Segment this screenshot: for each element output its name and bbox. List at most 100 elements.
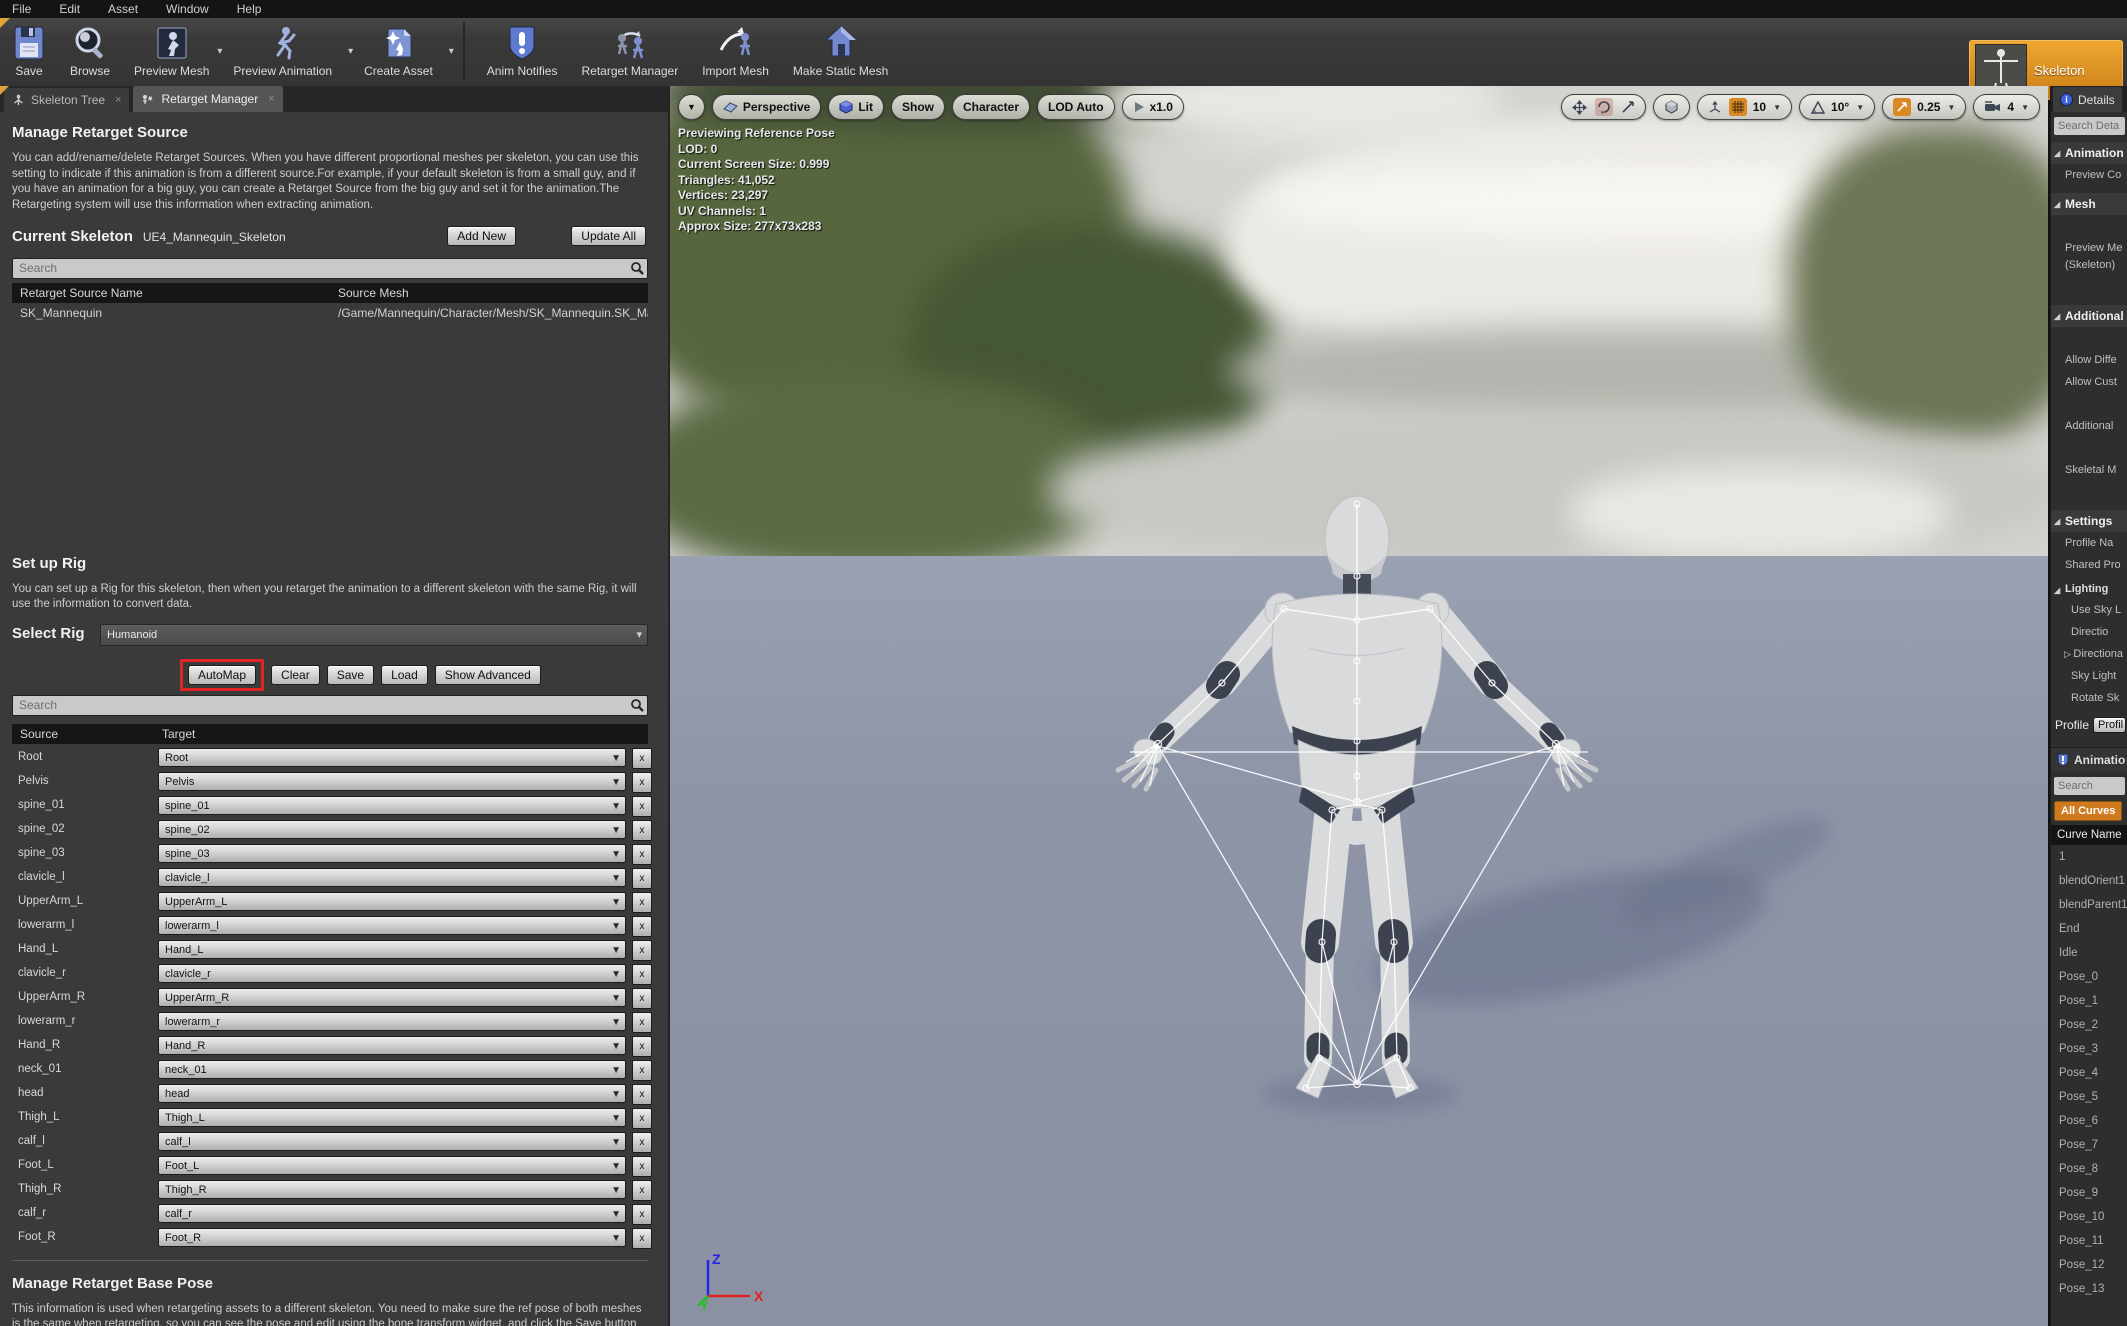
retarget-manager-button[interactable]: Retarget Manager bbox=[569, 18, 690, 78]
clear-mapping-button[interactable]: x bbox=[632, 988, 652, 1009]
clear-mapping-button[interactable]: x bbox=[632, 748, 652, 769]
details-section-header[interactable]: Additional bbox=[2051, 305, 2127, 327]
chevron-down-icon[interactable]: ▼ bbox=[2021, 103, 2029, 112]
bone-target-dropdown[interactable]: UpperArm_L▼ bbox=[158, 892, 626, 911]
bone-target-dropdown[interactable]: clavicle_l▼ bbox=[158, 868, 626, 887]
curve-list-item[interactable]: Pose_3 bbox=[2051, 1037, 2127, 1061]
close-icon[interactable]: × bbox=[268, 93, 274, 105]
details-section-header[interactable]: Lighting bbox=[2051, 579, 2127, 599]
bone-target-dropdown[interactable]: lowerarm_r▼ bbox=[158, 1012, 626, 1031]
menu-window[interactable]: Window bbox=[166, 2, 209, 16]
curve-list-item[interactable]: Pose_11 bbox=[2051, 1229, 2127, 1253]
curve-list-item[interactable]: Pose_8 bbox=[2051, 1157, 2127, 1181]
add-new-button[interactable]: Add New bbox=[447, 226, 516, 246]
clear-mapping-button[interactable]: x bbox=[632, 1012, 652, 1033]
bone-target-dropdown[interactable]: Root▼ bbox=[158, 748, 626, 767]
preview-animation-button[interactable]: Preview Animation ▾ bbox=[221, 18, 352, 78]
anim-notifies-button[interactable]: Anim Notifies bbox=[475, 18, 570, 78]
search-input[interactable] bbox=[13, 259, 647, 278]
bone-target-dropdown[interactable]: lowerarm_l▼ bbox=[158, 916, 626, 935]
details-section-header[interactable]: Animation bbox=[2051, 142, 2127, 164]
details-section-header[interactable]: Settings bbox=[2051, 510, 2127, 532]
bone-target-dropdown[interactable]: spine_02▼ bbox=[158, 820, 626, 839]
lit-mode-button[interactable]: Lit bbox=[828, 94, 884, 120]
bone-target-dropdown[interactable]: Hand_R▼ bbox=[158, 1036, 626, 1055]
preview-viewport[interactable]: ▼ Perspective Lit Show Character LOD Aut… bbox=[670, 86, 2048, 1326]
curve-list-item[interactable]: Pose_2 bbox=[2051, 1013, 2127, 1037]
playback-speed-button[interactable]: x1.0 bbox=[1122, 94, 1184, 120]
grid-snap-icon[interactable] bbox=[1729, 98, 1747, 116]
clear-mapping-button[interactable]: x bbox=[632, 964, 652, 985]
tab-retarget-manager[interactable]: Retarget Manager × bbox=[133, 86, 282, 112]
perspective-button[interactable]: Perspective bbox=[712, 94, 821, 120]
bone-target-dropdown[interactable]: Foot_L▼ bbox=[158, 1156, 626, 1175]
angle-snap-icon[interactable] bbox=[1810, 101, 1825, 114]
tab-skeleton-tree[interactable]: Skeleton Tree × bbox=[4, 88, 129, 112]
bone-target-dropdown[interactable]: Thigh_L▼ bbox=[158, 1108, 626, 1127]
automap-button[interactable]: AutoMap bbox=[188, 665, 256, 685]
rig-save-button[interactable]: Save bbox=[327, 665, 374, 685]
profile-button[interactable]: Profil bbox=[2093, 717, 2126, 733]
search-input[interactable] bbox=[2054, 117, 2125, 135]
surface-snap-icon[interactable] bbox=[1708, 100, 1723, 114]
show-menu-button[interactable]: Show bbox=[891, 94, 945, 120]
all-curves-button[interactable]: All Curves bbox=[2054, 801, 2122, 821]
clear-mapping-button[interactable]: x bbox=[632, 1060, 652, 1081]
curve-list-item[interactable]: 1 bbox=[2051, 845, 2127, 869]
rig-load-button[interactable]: Load bbox=[381, 665, 428, 685]
bone-target-dropdown[interactable]: spine_01▼ bbox=[158, 796, 626, 815]
clear-mapping-button[interactable]: x bbox=[632, 820, 652, 841]
bone-target-dropdown[interactable]: UpperArm_R▼ bbox=[158, 988, 626, 1007]
curve-list-item[interactable]: Pose_1 bbox=[2051, 989, 2127, 1013]
clear-mapping-button[interactable]: x bbox=[632, 1036, 652, 1057]
camera-speed-icon[interactable] bbox=[1984, 101, 2001, 113]
camera-speed-value[interactable]: 4 bbox=[2007, 100, 2014, 114]
bone-target-dropdown[interactable]: Thigh_R▼ bbox=[158, 1180, 626, 1199]
clear-mapping-button[interactable]: x bbox=[632, 1204, 652, 1225]
scale-icon[interactable] bbox=[1621, 100, 1635, 114]
bone-target-dropdown[interactable]: clavicle_r▼ bbox=[158, 964, 626, 983]
clear-mapping-button[interactable]: x bbox=[632, 916, 652, 937]
show-advanced-button[interactable]: Show Advanced bbox=[435, 665, 541, 685]
chevron-down-icon[interactable]: ▼ bbox=[1773, 103, 1781, 112]
chevron-down-icon[interactable]: ▾ bbox=[449, 46, 454, 57]
coordinate-system-button[interactable] bbox=[1653, 94, 1690, 120]
bone-target-dropdown[interactable]: spine_03▼ bbox=[158, 844, 626, 863]
clear-mapping-button[interactable]: x bbox=[632, 1132, 652, 1153]
menu-help[interactable]: Help bbox=[237, 2, 262, 16]
lod-auto-button[interactable]: LOD Auto bbox=[1037, 94, 1115, 120]
clear-mapping-button[interactable]: x bbox=[632, 1084, 652, 1105]
menu-edit[interactable]: Edit bbox=[59, 2, 80, 16]
clear-mapping-button[interactable]: x bbox=[632, 844, 652, 865]
curve-list-item[interactable]: Idle bbox=[2051, 941, 2127, 965]
curve-list-item[interactable]: blendParent1 bbox=[2051, 893, 2127, 917]
clear-mapping-button[interactable]: x bbox=[632, 796, 652, 817]
chevron-down-icon[interactable]: ▼ bbox=[1856, 103, 1864, 112]
make-static-mesh-button[interactable]: Make Static Mesh bbox=[781, 18, 900, 78]
angle-snap-value[interactable]: 10° bbox=[1831, 100, 1849, 114]
clear-mapping-button[interactable]: x bbox=[632, 772, 652, 793]
create-asset-button[interactable]: Create Asset ▾ bbox=[352, 18, 453, 78]
scale-snap-value[interactable]: 0.25 bbox=[1917, 100, 1940, 114]
curve-list-item[interactable]: Pose_4 bbox=[2051, 1061, 2127, 1085]
curve-list-item[interactable]: Pose_5 bbox=[2051, 1085, 2127, 1109]
bone-target-dropdown[interactable]: head▼ bbox=[158, 1084, 626, 1103]
curve-list-item[interactable]: blendOrient1 bbox=[2051, 869, 2127, 893]
curve-list-item[interactable]: End bbox=[2051, 917, 2127, 941]
viewport-options-button[interactable]: ▼ bbox=[678, 94, 705, 120]
scale-snap-icon[interactable] bbox=[1893, 98, 1911, 116]
browse-button[interactable]: Browse bbox=[58, 18, 122, 78]
clear-mapping-button[interactable]: x bbox=[632, 940, 652, 961]
menu-file[interactable]: File bbox=[12, 2, 31, 16]
character-menu-button[interactable]: Character bbox=[952, 94, 1030, 120]
clear-button[interactable]: Clear bbox=[271, 665, 320, 685]
curve-list-item[interactable]: Pose_0 bbox=[2051, 965, 2127, 989]
bone-target-dropdown[interactable]: calf_r▼ bbox=[158, 1204, 626, 1223]
translate-icon[interactable] bbox=[1572, 100, 1587, 115]
clear-mapping-button[interactable]: x bbox=[632, 868, 652, 889]
clear-mapping-button[interactable]: x bbox=[632, 892, 652, 913]
clear-mapping-button[interactable]: x bbox=[632, 1108, 652, 1129]
rotate-icon[interactable] bbox=[1595, 98, 1613, 116]
select-rig-dropdown[interactable]: Humanoid ▾ bbox=[100, 624, 648, 646]
bone-target-dropdown[interactable]: Hand_L▼ bbox=[158, 940, 626, 959]
